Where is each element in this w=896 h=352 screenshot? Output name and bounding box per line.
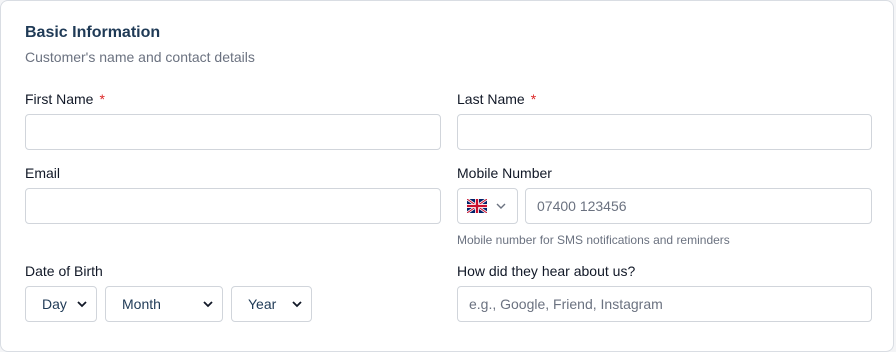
date-of-birth-label: Date of Birth [25,263,103,279]
basic-information-card: Basic Information Customer's name and co… [0,0,894,352]
mobile-number-label: Mobile Number [457,165,552,181]
country-code-select[interactable] [457,188,518,224]
last-name-input[interactable] [457,114,872,150]
dob-day-value: Day [42,296,67,312]
chevron-down-icon [203,301,213,308]
required-mark: * [99,91,105,107]
last-name-label: Last Name * [457,91,536,107]
chevron-down-icon [496,203,506,209]
section-subtitle: Customer's name and contact details [25,49,255,65]
first-name-input[interactable] [25,114,441,150]
dob-month-value: Month [122,296,161,312]
referral-source-label: How did they hear about us? [457,263,636,279]
uk-flag-icon [467,199,487,213]
dob-month-select[interactable]: Month [105,286,223,322]
mobile-number-hint: Mobile number for SMS notifications and … [457,233,730,247]
email-input[interactable] [25,188,441,224]
dob-day-select[interactable]: Day [25,286,97,322]
section-title: Basic Information [25,24,161,41]
dob-year-value: Year [248,296,277,312]
first-name-label-text: First Name [25,91,94,107]
first-name-label: First Name * [25,91,105,107]
mobile-number-input[interactable] [525,188,872,224]
chevron-down-icon [292,301,302,308]
last-name-label-text: Last Name [457,91,525,107]
dob-year-select[interactable]: Year [231,286,312,322]
required-mark: * [530,91,537,107]
chevron-down-icon [77,301,87,308]
referral-source-input[interactable] [457,286,872,322]
email-label: Email [25,165,61,181]
